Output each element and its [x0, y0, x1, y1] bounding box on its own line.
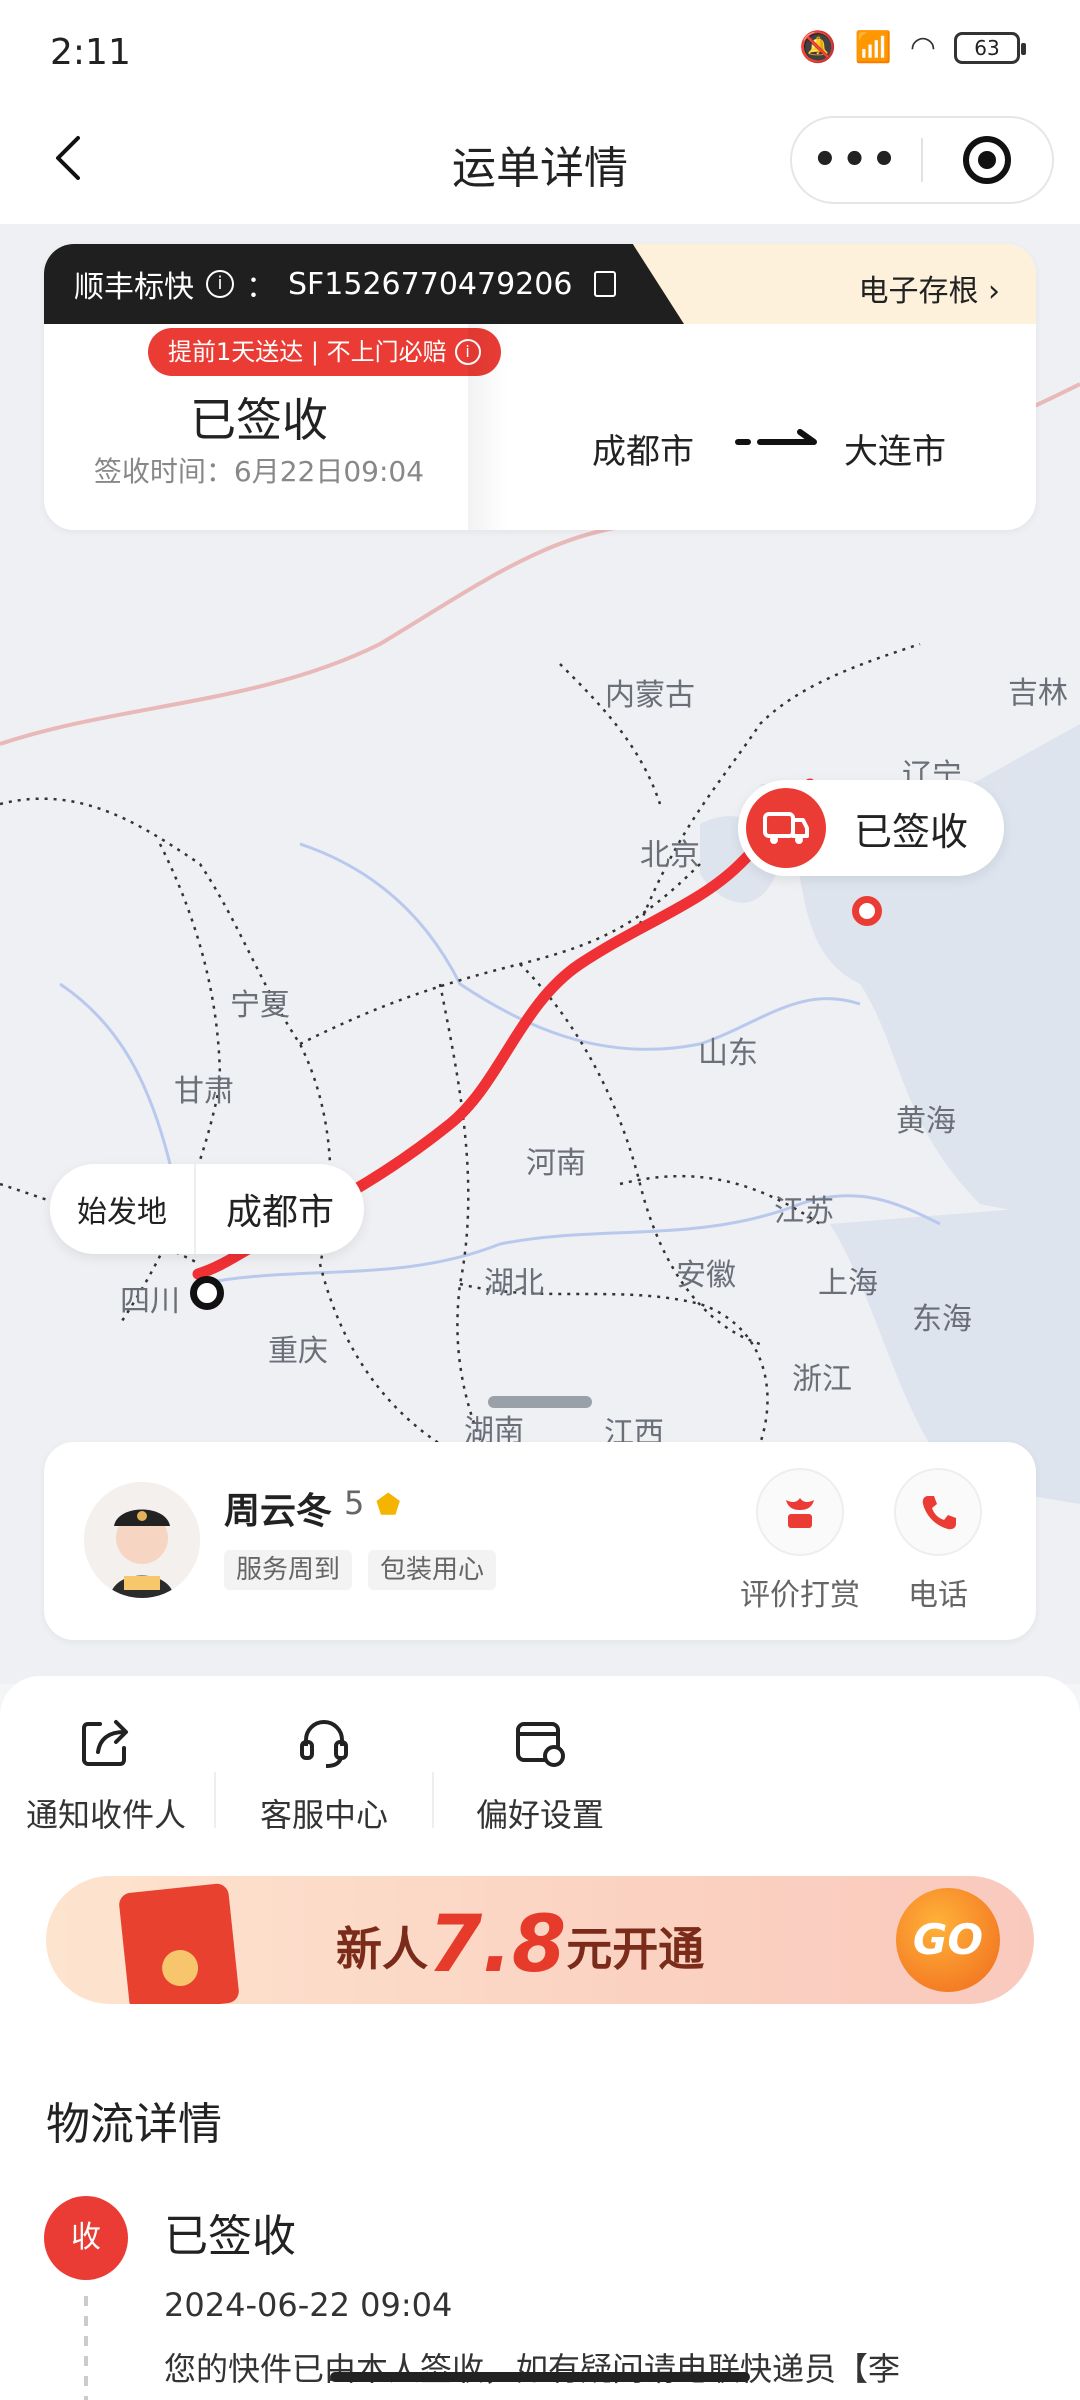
- origin-marker[interactable]: 始发地 成都市: [50, 1164, 364, 1254]
- map-label: 北京: [640, 838, 700, 873]
- close-miniprogram-button[interactable]: [923, 136, 1052, 184]
- call-button[interactable]: 电话: [868, 1468, 1008, 1614]
- call-label: 电话: [908, 1578, 968, 1613]
- preferences-label: 偏好设置: [475, 1796, 604, 1834]
- map-label: 黄海: [896, 1104, 956, 1139]
- customer-service-button[interactable]: 客服中心: [224, 1712, 424, 1836]
- map-label: 上海: [818, 1266, 878, 1301]
- star-icon: ⬟: [376, 1488, 401, 1521]
- timeline-desc: 您的快件已由本人签收，如有疑问请电联快递员【李: [164, 2350, 901, 2388]
- origin-city: 成都市: [592, 432, 694, 472]
- destination-marker[interactable]: 已签收: [738, 780, 1004, 876]
- map-label: 河南: [526, 1146, 586, 1181]
- red-packet-icon: [118, 1882, 240, 2004]
- info-icon[interactable]: i: [206, 270, 234, 298]
- badge-text: 提前1天送达 | 不上门必赔: [168, 338, 447, 366]
- map-label: 湖北: [484, 1266, 544, 1301]
- phone-icon: [894, 1468, 982, 1556]
- map-label: 安徽: [676, 1258, 736, 1293]
- map-label: 四川: [120, 1284, 180, 1319]
- map-label: 内蒙古: [605, 678, 695, 713]
- logistics-section-title: 物流详情: [46, 2099, 222, 2150]
- mini-program-capsule: •••: [790, 116, 1054, 204]
- timeline-time: 2024-06-22 09:04: [164, 2286, 453, 2324]
- map-label: 吉林: [1008, 676, 1068, 711]
- timeline-badge: 收: [44, 2196, 128, 2280]
- reward-label: 评价打赏: [740, 1578, 860, 1613]
- map-label: 甘肃: [174, 1074, 234, 1109]
- courier-name: 周云冬: [224, 1491, 333, 1532]
- destination-marker-label: 已签收: [854, 809, 969, 854]
- reward-icon: [756, 1468, 844, 1556]
- courier-rating: 5: [344, 1484, 365, 1522]
- notify-recipient-label: 通知收件人: [25, 1796, 186, 1834]
- promo-suffix: 元开通: [566, 1922, 705, 1976]
- divider: [432, 1772, 434, 1828]
- product-name: 顺丰标快: [74, 270, 194, 305]
- sign-time: 签收时间：6月22日09:04: [93, 455, 425, 488]
- share-icon: [82, 1720, 128, 1766]
- bottom-sheet: 通知收件人 客服中心 偏好设置 新人7.8元开通 GO 物流详情 收 已签收 2…: [0, 1676, 1080, 2400]
- settings-card-icon: [516, 1722, 565, 1767]
- mute-icon: 🔕: [799, 30, 837, 65]
- promise-badge[interactable]: 提前1天送达 | 不上门必赔 i: [148, 328, 501, 376]
- map-label: 浙江: [792, 1362, 852, 1397]
- waybill-number: SF1526770479206: [288, 266, 573, 302]
- status-bar: 2:11 🔕 📶 ◠ 63: [0, 0, 1080, 100]
- wifi-icon: ◠: [909, 30, 936, 65]
- promo-amount: 7.8: [428, 1900, 567, 1990]
- promo-prefix: 新人: [336, 1922, 428, 1976]
- map-label: 山东: [698, 1036, 758, 1071]
- drag-handle[interactable]: [488, 1396, 592, 1408]
- map-label: 江苏: [774, 1194, 834, 1229]
- route-arrow-icon: [735, 429, 817, 445]
- waybill-card: 顺丰标快 i ： SF1526770479206 电子存根 › 提前1天送达 |…: [44, 244, 1036, 530]
- electronic-stub-link[interactable]: 电子存根 ›: [858, 266, 1000, 310]
- map-label: 东海: [912, 1302, 972, 1337]
- delivery-status: 已签收: [190, 393, 328, 447]
- promo-banner[interactable]: 新人7.8元开通 GO: [46, 1876, 1034, 2004]
- go-button[interactable]: GO: [896, 1888, 1000, 1992]
- waybill-separator: ：: [246, 270, 276, 305]
- reward-button[interactable]: 评价打赏: [730, 1468, 870, 1614]
- home-indicator[interactable]: [330, 2372, 750, 2382]
- courier-tag: 服务周到: [224, 1550, 353, 1590]
- timeline-title: 已签收: [164, 2211, 296, 2262]
- destination-city: 大连市: [844, 432, 946, 472]
- courier-card: 周云冬 5 ⬟ 服务周到 包装用心 评价打赏 电话: [44, 1442, 1036, 1640]
- preferences-button[interactable]: 偏好设置: [440, 1712, 640, 1836]
- card-divider: [468, 324, 508, 530]
- more-button[interactable]: •••: [792, 137, 921, 183]
- battery-icon: 63: [954, 31, 1026, 64]
- promo-text: 新人7.8元开通: [336, 1900, 704, 1990]
- chevron-right-icon: ›: [988, 274, 1000, 309]
- timeline-line: [84, 2296, 88, 2400]
- courier-avatar[interactable]: [84, 1482, 200, 1598]
- origin-tag: 始发地: [50, 1164, 196, 1254]
- signal-icon: 📶: [854, 30, 892, 65]
- map-label: 宁夏: [230, 988, 290, 1023]
- status-icons: 🔕 📶 ◠ 63: [799, 30, 1026, 65]
- stub-label: 电子存根: [858, 274, 979, 309]
- target-icon: [963, 136, 1012, 184]
- waybill-number-bar: 顺丰标快 i ： SF1526770479206: [44, 244, 684, 324]
- notify-recipient-button[interactable]: 通知收件人: [6, 1712, 206, 1836]
- divider: [214, 1772, 216, 1828]
- origin-marker-city: 成都市: [225, 1192, 334, 1233]
- headset-icon: [300, 1719, 348, 1768]
- status-time: 2:11: [50, 32, 131, 73]
- copy-icon[interactable]: [594, 271, 617, 297]
- map-label: 重庆: [268, 1334, 328, 1369]
- destination-pin: [852, 896, 882, 926]
- courier-tag: 包装用心: [368, 1550, 497, 1590]
- customer-service-label: 客服中心: [259, 1796, 388, 1834]
- truck-icon: [746, 788, 826, 868]
- nav-bar: 运单详情 •••: [0, 100, 1080, 224]
- origin-pin: [190, 1276, 224, 1310]
